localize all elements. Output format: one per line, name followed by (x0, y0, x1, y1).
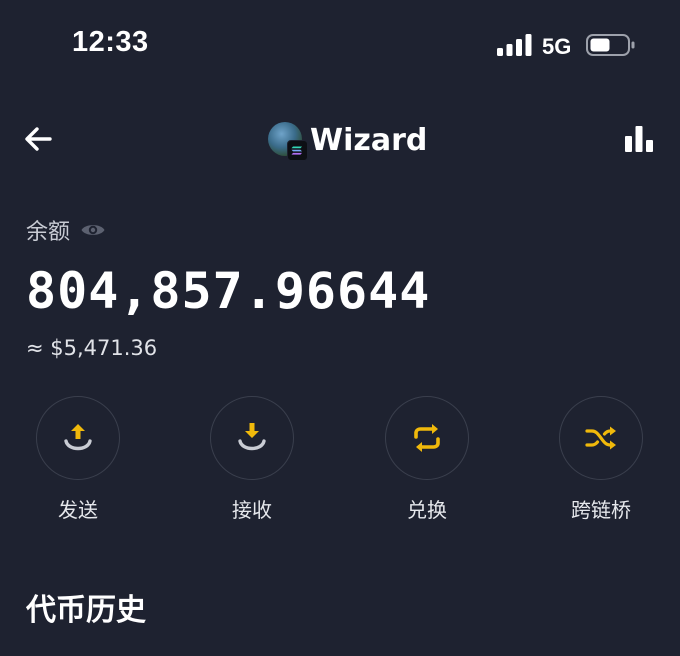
token-history-title: 代币历史 (26, 593, 146, 628)
receive-label: 接收 (232, 498, 272, 522)
send-action[interactable]: 发送 (28, 396, 128, 523)
receive-action[interactable]: 接收 (202, 396, 302, 523)
nav-bar: Wizard (0, 110, 680, 170)
send-button[interactable] (36, 396, 120, 480)
balance-label-row: 余额 (26, 214, 106, 246)
send-label: 发送 (58, 498, 98, 522)
balance-amount: 804,857.96644 (26, 262, 431, 320)
network-type: 5G (542, 34, 572, 59)
send-icon (64, 424, 92, 451)
chain-badge-icon (287, 140, 308, 161)
action-row: 发送 接收 兑换 跨链桥 (0, 396, 680, 526)
signal-strength-icon (497, 34, 532, 56)
swap-action[interactable]: 兑换 (377, 396, 477, 523)
balance-label: 余额 (26, 220, 71, 245)
receive-icon (238, 423, 266, 451)
status-bar: 12:33 5G (0, 0, 680, 90)
wallet-avatar (268, 122, 308, 161)
bridge-action[interactable]: 跨链桥 (551, 396, 651, 523)
battery-icon (586, 34, 635, 56)
swap-label: 兑换 (407, 498, 447, 522)
status-time: 12:33 (72, 26, 149, 58)
receive-button[interactable] (210, 396, 294, 480)
wallet-selector[interactable]: Wizard (268, 120, 428, 161)
back-arrow-icon[interactable] (22, 124, 56, 154)
swap-icon (414, 424, 440, 452)
bridge-label: 跨链桥 (571, 498, 631, 522)
swap-button[interactable] (385, 396, 469, 480)
bridge-button[interactable] (559, 396, 643, 480)
balance-fiat-value: ≈ $5,471.36 (26, 336, 158, 360)
wallet-name: Wizard (310, 122, 428, 158)
bridge-icon (585, 426, 616, 450)
eye-icon[interactable] (80, 220, 106, 240)
bar-chart-icon[interactable] (624, 126, 654, 152)
